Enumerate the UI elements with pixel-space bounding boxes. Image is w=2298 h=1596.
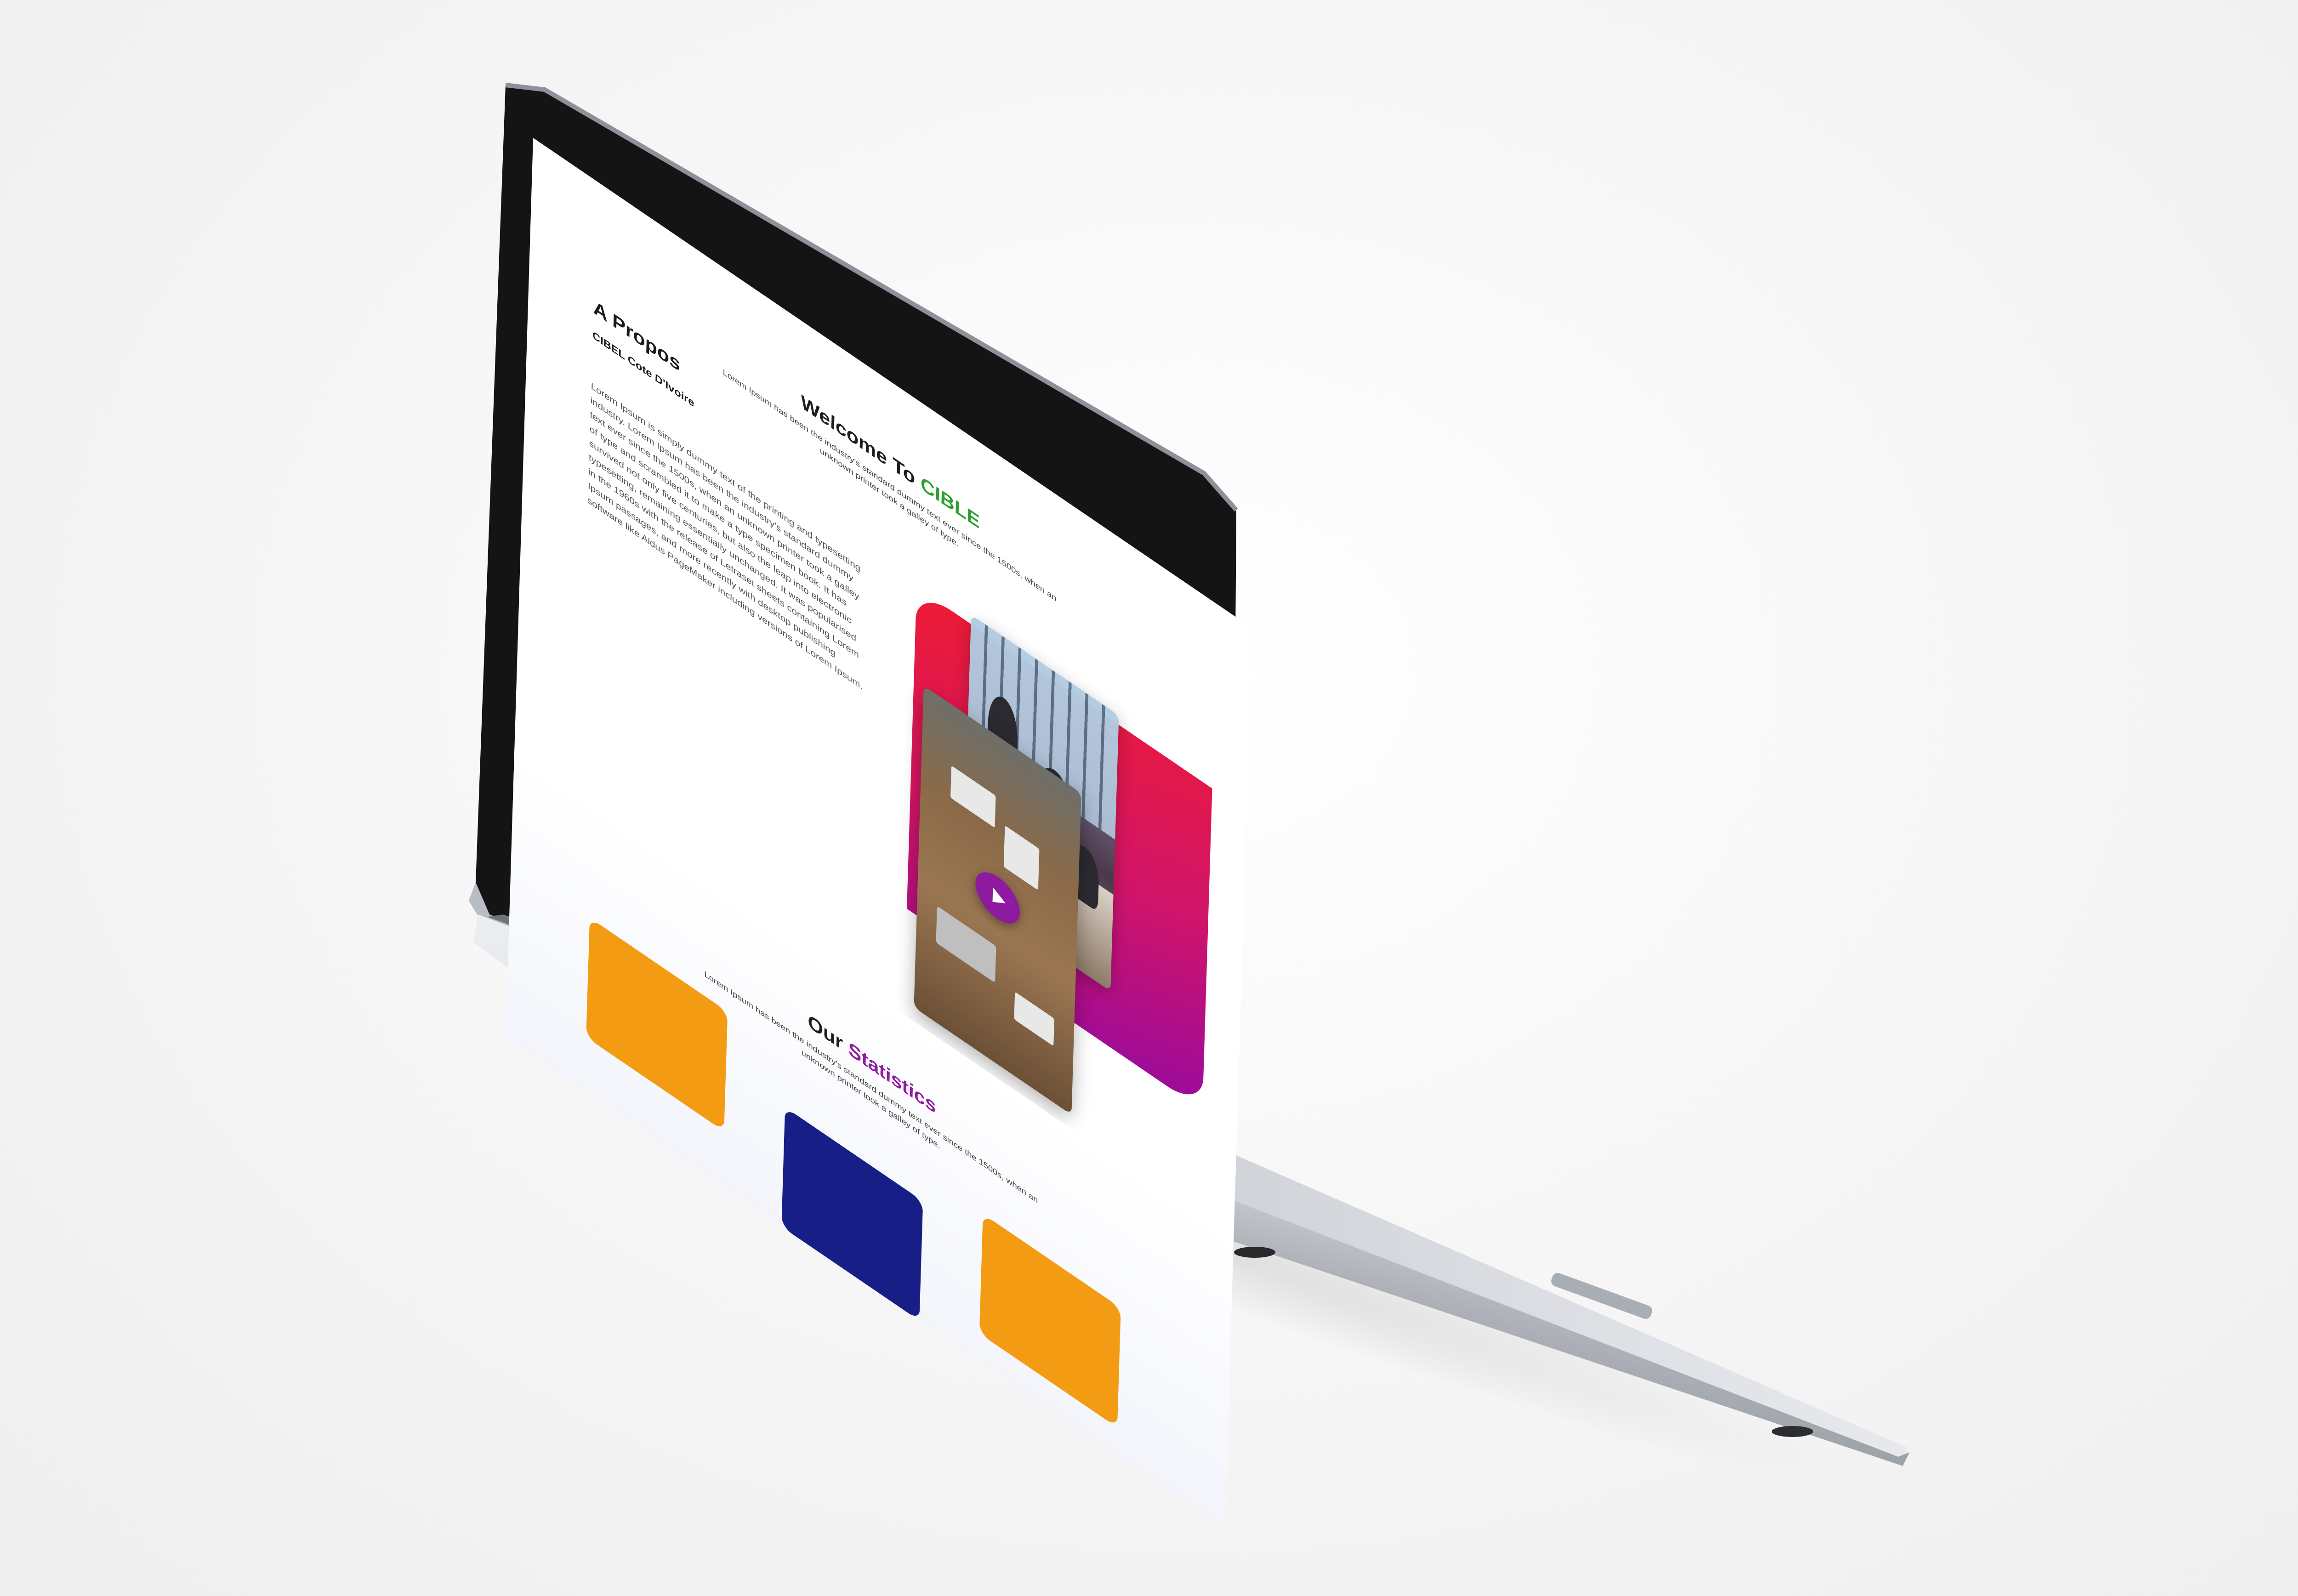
document-paper	[1003, 825, 1040, 891]
document-paper	[1014, 992, 1054, 1046]
document-paper	[950, 765, 996, 828]
play-icon	[992, 887, 1006, 911]
desk-laptop	[936, 906, 996, 983]
